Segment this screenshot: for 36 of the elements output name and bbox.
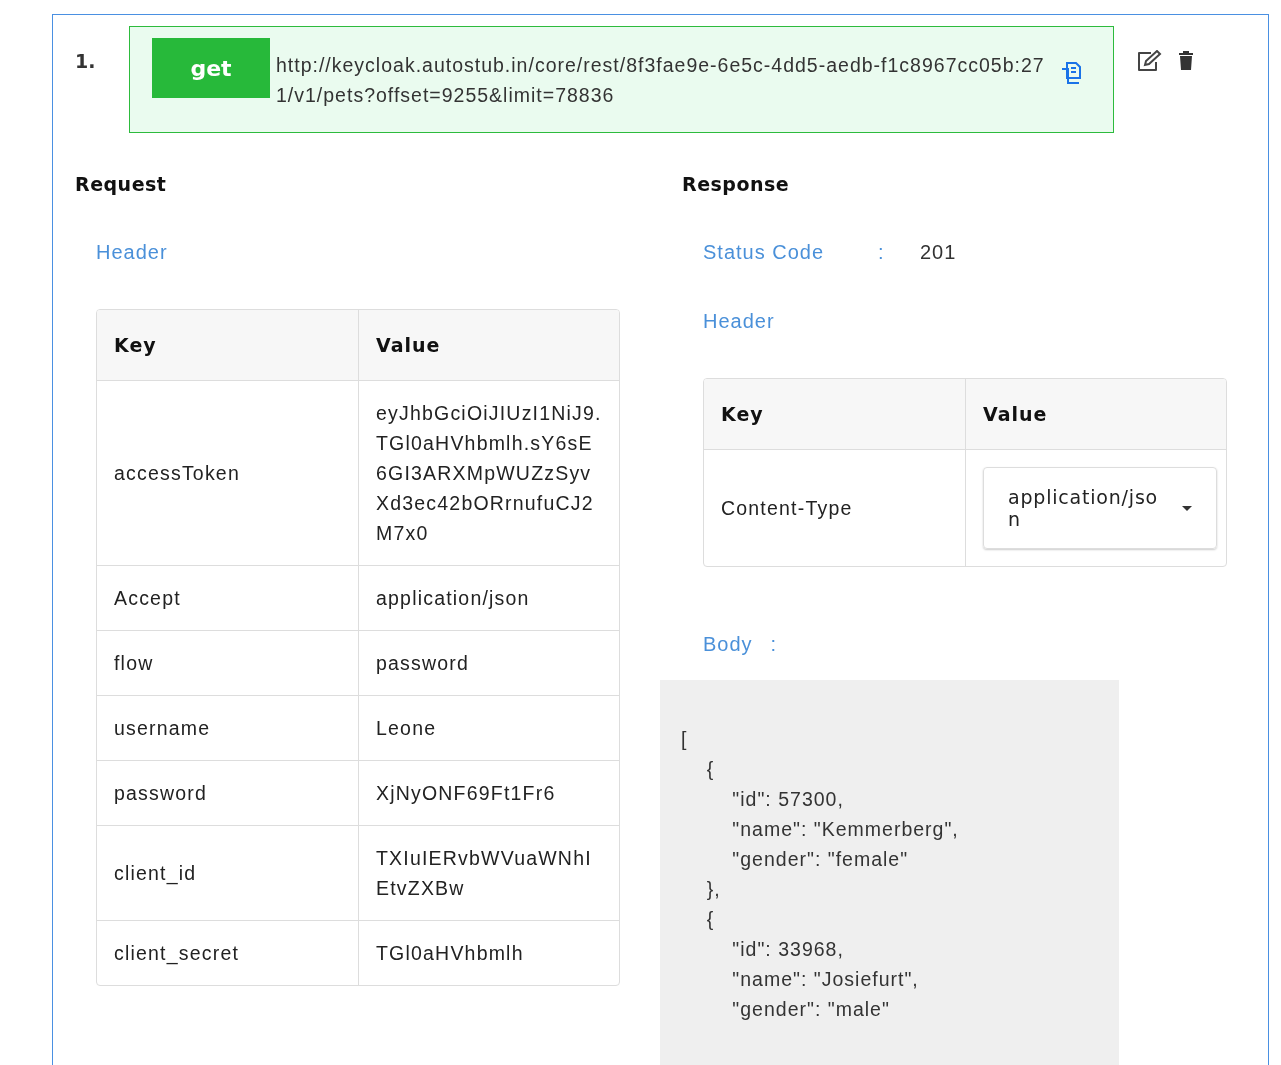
table-cell-text: client_id <box>113 861 198 887</box>
section-label: Header <box>96 241 169 264</box>
column-header: Value <box>965 379 1226 449</box>
table-cell-text: client_secret <box>113 941 241 967</box>
table-cell-text: flow <box>113 651 155 676</box>
entry-number: 1. <box>75 50 97 72</box>
section-label: Header <box>703 310 776 333</box>
table-cell-text: accessToken <box>113 461 241 486</box>
table-cell: password <box>358 631 619 695</box>
table-cell-text: username <box>113 716 212 741</box>
column-header: Value <box>358 310 619 380</box>
table-cell: application/json <box>358 566 619 630</box>
table-cell-text: password <box>113 781 209 806</box>
json-text: [ { "id": 57300, "name": "Kemmerberg", "gender": "female" }, { "id": 33968, "name": "Josiefurt", "gender": "male" <box>681 727 960 1022</box>
column-header: Key <box>720 402 765 427</box>
status-code: 201 <box>920 241 957 264</box>
field-label: Body <box>703 633 753 656</box>
caret-icon <box>1182 505 1192 511</box>
section-title: Response <box>682 173 791 195</box>
column-header: Key <box>113 333 158 358</box>
table-cell-text: Content-Type <box>720 496 854 521</box>
edit-icon[interactable] <box>1136 50 1162 72</box>
table-cell: TXIuIERvbWVuaWNhIEtvZXBw <box>358 826 619 920</box>
method-badge: get <box>152 38 270 98</box>
table-cell: TGl0aHVhbmlh <box>358 921 619 985</box>
url-text: http://keycloak.autostub.in/core/rest/8f3fae9e-6e5c-4dd5-aedb-f1c8967cc05b:271/v1/pets?offset=9255&limit=78836 <box>276 53 1046 108</box>
table-cell: eyJhbGciOiJIUzI1NiJ9.TGl0aHVhbmlh.sY6sE6GI3ARXMpWUZzSyvXd3ec42bORrnufuCJ2M7x0 <box>358 381 619 565</box>
value-dropdown[interactable]: application/json <box>983 467 1217 549</box>
table-cell: XjNyONF69Ft1Fr6 <box>358 761 619 825</box>
separator: : <box>878 241 886 264</box>
field-label: Status Code <box>703 241 826 264</box>
table-cell-text: Accept <box>113 586 182 611</box>
separator: : <box>770 633 778 656</box>
section-title: Request <box>75 173 168 195</box>
table-cell: Leone <box>358 696 619 760</box>
delete-icon[interactable] <box>1178 50 1194 70</box>
